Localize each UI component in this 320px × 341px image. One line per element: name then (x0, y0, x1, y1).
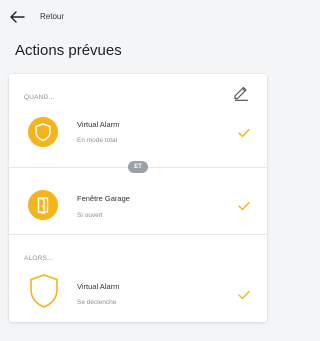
condition-subtitle: Si ouvert (77, 212, 103, 219)
door-icon (37, 197, 49, 215)
check-icon (238, 201, 250, 211)
scenario-card: QUAND... Virtual Alarm En mode total ET … (9, 74, 267, 322)
back-link[interactable]: Retour (40, 12, 64, 21)
check-icon (238, 128, 250, 138)
check-icon (238, 290, 250, 300)
action-subtitle: Se déclenche (77, 299, 117, 306)
action-title: Virtual Alarm (77, 282, 120, 291)
when-label: QUAND... (24, 94, 55, 101)
shield-icon (35, 123, 51, 142)
edit-pencil-icon[interactable] (232, 83, 250, 101)
condition-row-fenetre-garage[interactable]: Fenêtre Garage Si ouvert (9, 179, 267, 229)
divider (9, 234, 267, 235)
condition-icon (28, 117, 58, 147)
page-title: Actions prévues (15, 42, 122, 59)
shield-outline-icon (30, 274, 58, 308)
condition-subtitle: En mode total (77, 137, 118, 144)
and-connector-badge: ET (128, 161, 148, 173)
action-row-virtual-alarm[interactable]: Virtual Alarm Se déclenche (9, 266, 267, 316)
condition-icon (28, 190, 58, 220)
back-arrow-icon[interactable] (9, 10, 25, 24)
top-bar: Retour (0, 0, 281, 34)
condition-row-virtual-alarm[interactable]: Virtual Alarm En mode total (9, 109, 267, 159)
condition-title: Fenêtre Garage (77, 194, 130, 203)
then-label: ALORS... (24, 255, 54, 262)
condition-title: Virtual Alarm (77, 120, 120, 129)
